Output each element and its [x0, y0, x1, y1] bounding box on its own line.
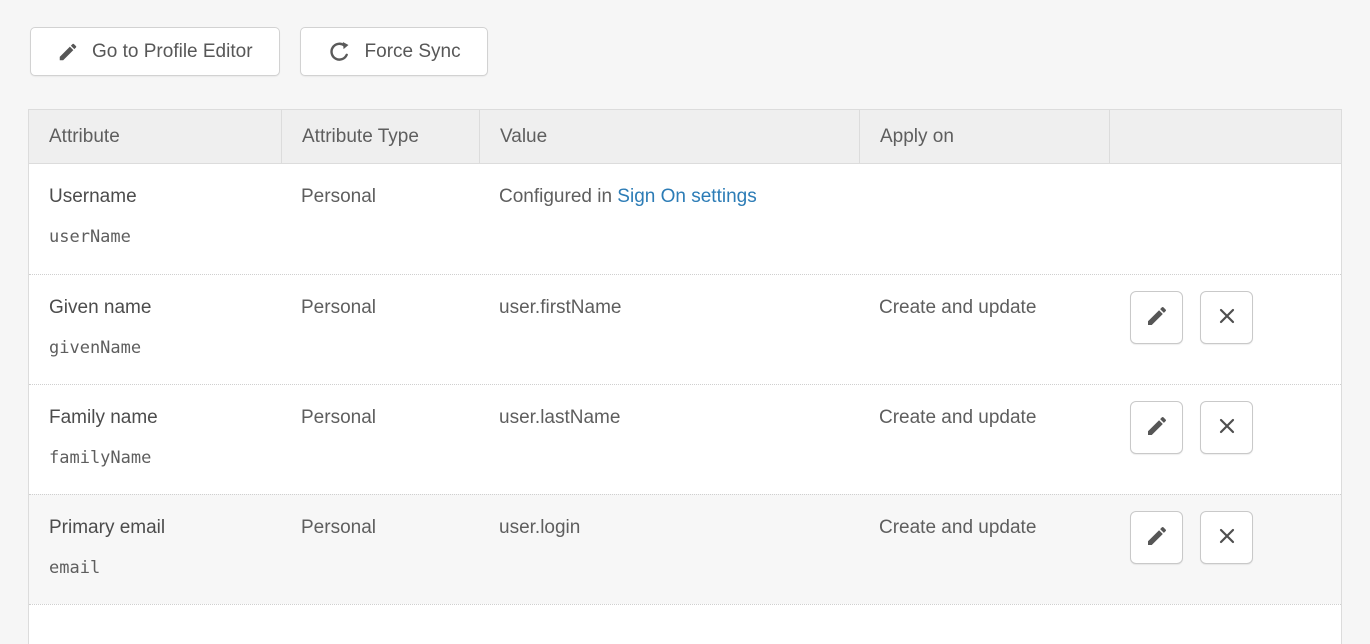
- actions-cell: [1109, 164, 1341, 274]
- value-cell: Configured in Sign On settings: [479, 164, 859, 274]
- value-cell: user.login: [479, 495, 859, 604]
- attribute-mapping-table: Attribute Attribute Type Value Apply on …: [28, 109, 1342, 644]
- attribute-type-cell: Personal: [281, 275, 479, 384]
- x-icon: [1215, 524, 1239, 551]
- actions-cell: [1109, 495, 1341, 604]
- pencil-icon: [1145, 414, 1169, 441]
- column-header-value: Value: [479, 110, 859, 163]
- apply-on-cell: [859, 164, 1109, 274]
- table-row-given-name: Given name givenName Personal user.first…: [29, 274, 1341, 384]
- table-header: Attribute Attribute Type Value Apply on: [29, 110, 1341, 164]
- x-icon: [1215, 304, 1239, 331]
- attribute-label: Given name: [49, 297, 265, 319]
- force-sync-button[interactable]: Force Sync: [300, 27, 488, 76]
- attribute-variable: email: [49, 558, 265, 578]
- value-cell: user.firstName: [479, 275, 859, 384]
- apply-on-cell: Create and update: [859, 495, 1109, 604]
- attribute-label: Family name: [49, 407, 265, 429]
- apply-on-cell: Create and update: [859, 275, 1109, 384]
- remove-attribute-button[interactable]: [1200, 291, 1253, 344]
- edit-attribute-button[interactable]: [1130, 291, 1183, 344]
- attribute-type-cell: Personal: [281, 495, 479, 604]
- attribute-type-cell: Personal: [281, 164, 479, 274]
- table-row-username: Username userName Personal Configured in…: [29, 164, 1341, 274]
- attribute-variable: familyName: [49, 448, 265, 468]
- page: Go to Profile Editor Force Sync Attribut…: [0, 0, 1370, 644]
- attribute-cell: Primary email email: [29, 495, 281, 604]
- table-row-partial: [29, 604, 1341, 644]
- force-sync-label: Force Sync: [365, 41, 461, 63]
- table-row-primary-email: Primary email email Personal user.login …: [29, 494, 1341, 604]
- attribute-label: Primary email: [49, 517, 265, 539]
- value-cell: user.lastName: [479, 385, 859, 494]
- x-icon: [1215, 414, 1239, 441]
- column-header-attribute: Attribute: [29, 110, 281, 163]
- actions-cell: [1109, 385, 1341, 494]
- pencil-icon: [1145, 304, 1169, 331]
- attribute-cell: Username userName: [29, 164, 281, 274]
- attribute-type-cell: Personal: [281, 385, 479, 494]
- toolbar: Go to Profile Editor Force Sync: [30, 27, 1342, 76]
- sign-on-settings-link[interactable]: Sign On settings: [617, 186, 756, 207]
- attribute-variable: userName: [49, 227, 265, 247]
- remove-attribute-button[interactable]: [1200, 511, 1253, 564]
- column-header-attribute-type: Attribute Type: [281, 110, 479, 163]
- pencil-icon: [57, 41, 79, 63]
- remove-attribute-button[interactable]: [1200, 401, 1253, 454]
- pencil-icon: [1145, 524, 1169, 551]
- table-row-family-name: Family name familyName Personal user.las…: [29, 384, 1341, 494]
- column-header-apply-on: Apply on: [859, 110, 1109, 163]
- attribute-cell: Given name givenName: [29, 275, 281, 384]
- value-text: Configured in: [499, 186, 617, 207]
- refresh-icon: [327, 39, 352, 64]
- go-to-profile-editor-label: Go to Profile Editor: [92, 41, 253, 63]
- attribute-cell: Family name familyName: [29, 385, 281, 494]
- apply-on-cell: Create and update: [859, 385, 1109, 494]
- go-to-profile-editor-button[interactable]: Go to Profile Editor: [30, 27, 280, 76]
- edit-attribute-button[interactable]: [1130, 401, 1183, 454]
- actions-cell: [1109, 275, 1341, 384]
- attribute-label: Username: [49, 186, 265, 208]
- edit-attribute-button[interactable]: [1130, 511, 1183, 564]
- column-header-actions: [1109, 110, 1341, 163]
- attribute-variable: givenName: [49, 338, 265, 358]
